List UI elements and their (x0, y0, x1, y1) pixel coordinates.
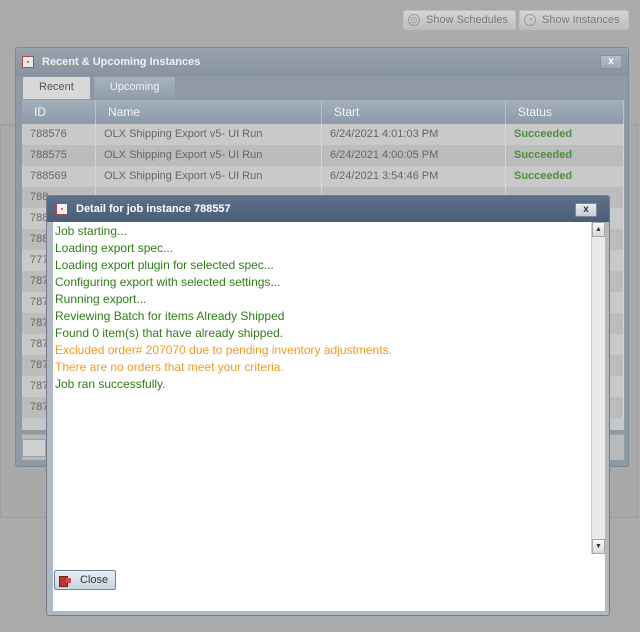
cell-id: 788569 (22, 166, 96, 187)
close-button-label: Close (80, 574, 109, 586)
cell-name: OLX Shipping Export v5- UI Run (96, 166, 322, 187)
cell-start: 6/24/2021 3:54:46 PM (322, 166, 506, 187)
column-header-name[interactable]: Name (96, 100, 322, 124)
grid-header: ID Name Start Status (22, 100, 624, 124)
instances-window-titlebar[interactable]: ▪ Recent & Upcoming Instances x (16, 48, 628, 76)
app-icon: ▪ (22, 56, 34, 68)
job-log: Job starting... Loading export spec... Loa… (53, 222, 589, 554)
table-row[interactable]: 788576 OLX Shipping Export v5- UI Run 6/24… (22, 124, 624, 145)
instances-window-title: Recent & Upcoming Instances (42, 56, 201, 68)
scroll-up-icon[interactable]: ▲ (592, 222, 605, 237)
table-row[interactable]: 788575 OLX Shipping Export v5- UI Run 6/24… (22, 145, 624, 166)
log-scrollbar[interactable]: ▲ ▼ (591, 222, 605, 554)
footer-close-button[interactable] (22, 439, 46, 457)
cell-status: Succeeded (506, 166, 624, 187)
column-header-id[interactable]: ID (22, 100, 96, 124)
detail-window-body: Job starting... Loading export spec... Loa… (53, 222, 605, 611)
detail-window-close-button[interactable]: x (575, 203, 597, 217)
tab-upcoming[interactable]: Upcoming (92, 76, 177, 98)
show-schedules-label: Show Schedules (426, 14, 508, 26)
column-header-start[interactable]: Start (322, 100, 506, 124)
column-header-status[interactable]: Status (506, 100, 624, 124)
instances-tabs: Recent Upcoming (22, 76, 178, 99)
log-line: Excluded order# 207070 due to pending in… (55, 343, 392, 357)
detail-window-titlebar[interactable]: ▪ Detail for job instance 788557 x (47, 196, 609, 222)
cell-status: Succeeded (506, 124, 624, 145)
table-row[interactable]: 788569 OLX Shipping Export v5- UI Run 6/24… (22, 166, 624, 187)
cell-name: OLX Shipping Export v5- UI Run (96, 145, 322, 166)
detail-window: ▪ Detail for job instance 788557 x Job s… (46, 195, 610, 616)
instances-icon: ◔ (524, 14, 536, 26)
detail-window-title: Detail for job instance 788557 (76, 203, 231, 215)
cell-id: 788575 (22, 145, 96, 166)
close-button[interactable]: Close (54, 570, 116, 590)
cell-status: Succeeded (506, 145, 624, 166)
instances-window-close-button[interactable]: x (600, 55, 622, 69)
show-schedules-button[interactable]: ◷ Show Schedules (403, 10, 516, 30)
log-line: Job starting... (55, 224, 128, 238)
log-line: Found 0 item(s) that have already shippe… (55, 326, 284, 340)
close-icon (58, 574, 72, 587)
log-line: Job ran successfully. (55, 377, 166, 391)
log-line: Loading export spec... (55, 241, 174, 255)
log-line: Running export... (55, 292, 147, 306)
log-line: Reviewing Batch for items Already Shippe… (55, 309, 285, 323)
show-instances-label: Show Instances (542, 14, 620, 26)
cell-name: OLX Shipping Export v5- UI Run (96, 124, 322, 145)
show-instances-button[interactable]: ◔ Show Instances (519, 10, 629, 30)
scroll-down-icon[interactable]: ▼ (592, 539, 605, 554)
tab-recent[interactable]: Recent (22, 76, 91, 99)
cell-start: 6/24/2021 4:01:03 PM (322, 124, 506, 145)
log-line: Configuring export with selected setting… (55, 275, 281, 289)
cell-start: 6/24/2021 4:00:05 PM (322, 145, 506, 166)
clock-icon: ◷ (408, 14, 420, 26)
app-icon: ▪ (56, 203, 68, 215)
log-line: Loading export plugin for selected spec.… (55, 258, 274, 272)
cell-id: 788576 (22, 124, 96, 145)
log-line: There are no orders that meet your crite… (55, 360, 284, 374)
